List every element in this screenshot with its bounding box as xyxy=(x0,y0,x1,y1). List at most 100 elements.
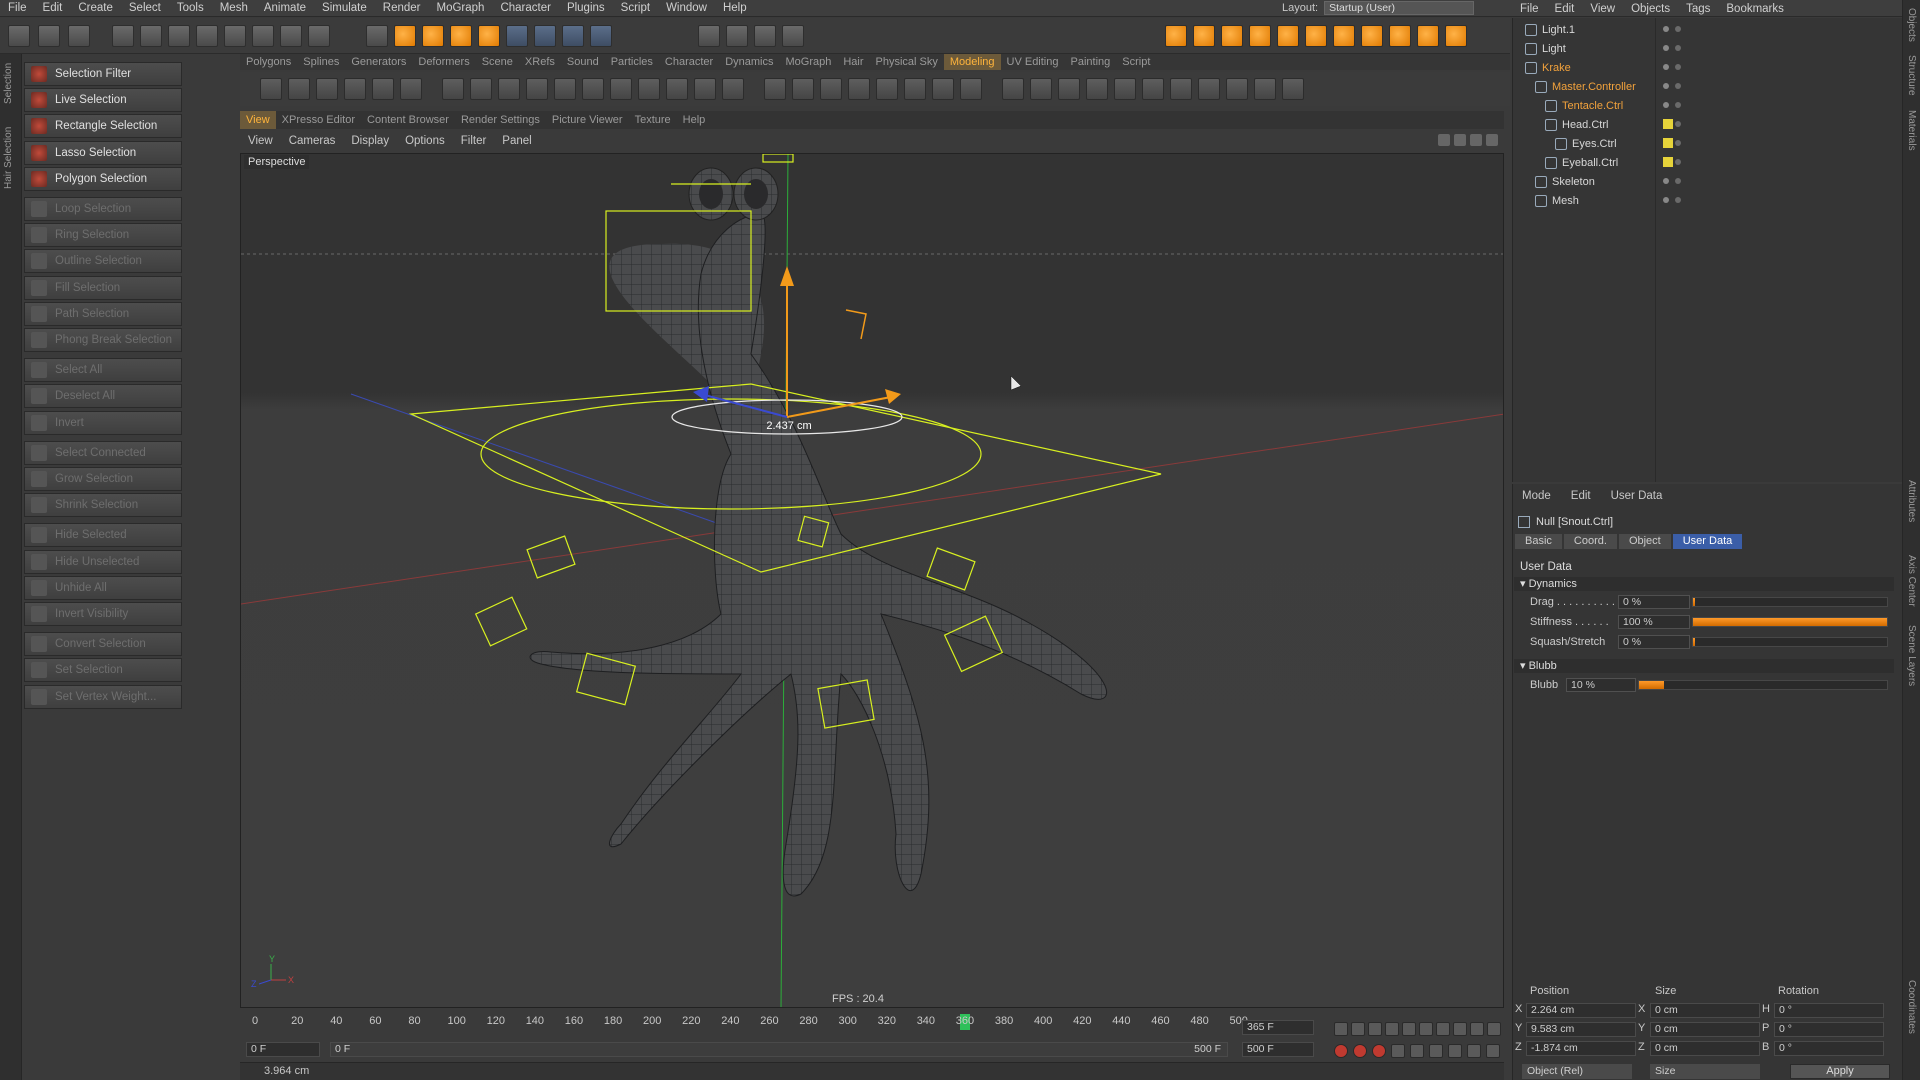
apply-button[interactable]: Apply xyxy=(1790,1064,1890,1079)
menu-create[interactable]: Create xyxy=(70,2,121,14)
render-visibility-dot[interactable] xyxy=(1675,140,1681,146)
render-view-icon[interactable] xyxy=(8,25,30,47)
record-icon[interactable] xyxy=(1487,1022,1501,1036)
object-name[interactable]: Eyes.Ctrl xyxy=(1572,138,1617,150)
picture-viewer-icon[interactable] xyxy=(754,25,776,47)
editor-visibility-dot[interactable] xyxy=(1663,197,1669,203)
menu-mograph[interactable]: MoGraph xyxy=(429,2,493,14)
rotation-key-icon[interactable] xyxy=(1429,1044,1443,1058)
palette-tab-scene[interactable]: Scene xyxy=(476,54,519,70)
size-x-field[interactable]: 0 cm xyxy=(1650,1003,1760,1018)
object-menu-tags[interactable]: Tags xyxy=(1678,3,1718,15)
play-icon[interactable] xyxy=(1385,1022,1399,1036)
modeling-tool-icon[interactable] xyxy=(1058,78,1080,100)
rotation-y-field[interactable]: 0 ° xyxy=(1774,1022,1884,1037)
selection-item-selection-filter[interactable]: Selection Filter xyxy=(24,62,182,86)
keyframe-selection-icon[interactable] xyxy=(1372,1044,1386,1058)
modeling-tool-icon[interactable] xyxy=(792,78,814,100)
render-visibility-dot[interactable] xyxy=(1675,159,1681,165)
menu-animate[interactable]: Animate xyxy=(256,2,314,14)
attribute-menu-user-data[interactable]: User Data xyxy=(1601,490,1673,502)
manager-tab-coordinates[interactable]: Coordinates xyxy=(1906,980,1917,1034)
modeling-tool-icon[interactable] xyxy=(610,78,632,100)
viewport-tab-view[interactable]: View xyxy=(240,111,276,129)
object-row-krake[interactable]: Krake xyxy=(1525,60,1571,76)
selection-item-path-selection[interactable]: Path Selection xyxy=(24,301,182,326)
render-visibility-dot[interactable] xyxy=(1675,83,1681,89)
menu-simulate[interactable]: Simulate xyxy=(314,2,375,14)
menu-file[interactable]: File xyxy=(0,2,35,14)
object-row-master-controller[interactable]: Master.Controller xyxy=(1535,79,1636,95)
move-view-icon[interactable] xyxy=(1438,134,1450,146)
max-frame-field[interactable]: 500 F xyxy=(1242,1042,1314,1057)
preview-range-slider[interactable]: 0 F 500 F xyxy=(330,1042,1228,1057)
go-end-icon[interactable] xyxy=(1453,1022,1467,1036)
selection-item-fill-selection[interactable]: Fill Selection xyxy=(24,275,182,300)
redo-icon[interactable] xyxy=(68,25,90,47)
palette-tab-splines[interactable]: Splines xyxy=(297,54,345,70)
palette-tab-particles[interactable]: Particles xyxy=(605,54,659,70)
object-row-tentacle-ctrl[interactable]: Tentacle.Ctrl xyxy=(1545,98,1623,114)
position-x-field[interactable]: 2.264 cm xyxy=(1526,1003,1636,1018)
object-name[interactable]: Eyeball.Ctrl xyxy=(1562,157,1618,169)
palette-tab-dynamics[interactable]: Dynamics xyxy=(719,54,779,70)
object-row-skeleton[interactable]: Skeleton xyxy=(1535,174,1595,190)
menu-tools[interactable]: Tools xyxy=(169,2,212,14)
palette-tab-deformers[interactable]: Deformers xyxy=(412,54,475,70)
points-mode-icon[interactable] xyxy=(224,25,246,47)
menu-character[interactable]: Character xyxy=(492,2,559,14)
editor-visibility-dot[interactable] xyxy=(1663,83,1669,89)
modeling-tool-icon[interactable] xyxy=(904,78,926,100)
modeling-tool-icon[interactable] xyxy=(848,78,870,100)
modeling-tool-icon[interactable] xyxy=(260,78,282,100)
modeling-tool-icon[interactable] xyxy=(666,78,688,100)
sphere-icon[interactable] xyxy=(1249,25,1271,47)
modeling-tool-icon[interactable] xyxy=(1226,78,1248,100)
object-name[interactable]: Light.1 xyxy=(1542,24,1575,36)
gizmo-x-arrow[interactable] xyxy=(885,389,901,404)
layout-dropdown[interactable]: Startup (User) xyxy=(1324,1,1475,15)
modeling-tool-icon[interactable] xyxy=(638,78,660,100)
eyeball-controller[interactable] xyxy=(762,154,794,163)
menu-select[interactable]: Select xyxy=(121,2,169,14)
sphere-icon[interactable] xyxy=(1277,25,1299,47)
prev-key-icon[interactable] xyxy=(1351,1022,1365,1036)
blubb-field[interactable]: 10 % xyxy=(1566,678,1636,692)
object-row-light[interactable]: Light xyxy=(1525,41,1566,57)
viewport-menu-cameras[interactable]: Cameras xyxy=(281,135,344,147)
object-name[interactable]: Skeleton xyxy=(1552,176,1595,188)
sphere-icon[interactable] xyxy=(1221,25,1243,47)
drag-slider[interactable] xyxy=(1692,597,1888,607)
selection-item-hide-selected[interactable]: Hide Selected xyxy=(24,523,182,548)
render-visibility-dot[interactable] xyxy=(1675,26,1681,32)
modeling-tool-icon[interactable] xyxy=(1142,78,1164,100)
render-visibility-dot[interactable] xyxy=(1675,121,1681,127)
object-menu-bookmarks[interactable]: Bookmarks xyxy=(1718,3,1792,15)
modeling-tool-icon[interactable] xyxy=(1198,78,1220,100)
viewport-tab-content-browser[interactable]: Content Browser xyxy=(361,111,455,129)
palette-tab-physical-sky[interactable]: Physical Sky xyxy=(870,54,944,70)
viewport-menu-options[interactable]: Options xyxy=(397,135,453,147)
selection-item-deselect-all[interactable]: Deselect All xyxy=(24,384,182,409)
modeling-tool-icon[interactable] xyxy=(722,78,744,100)
viewport-scene[interactable]: 2.437 cm Y X Z xyxy=(241,154,1504,1008)
viewport-tab-picture-viewer[interactable]: Picture Viewer xyxy=(546,111,629,129)
go-start-icon[interactable] xyxy=(1334,1022,1348,1036)
palette-tab-hair[interactable]: Hair xyxy=(837,54,869,70)
rotate-view-icon[interactable] xyxy=(1470,134,1482,146)
modeling-tool-icon[interactable] xyxy=(498,78,520,100)
menu-plugins[interactable]: Plugins xyxy=(559,2,613,14)
gizmo-plane-handle[interactable] xyxy=(845,309,867,340)
viewport-menu-panel[interactable]: Panel xyxy=(494,135,539,147)
loop-icon[interactable] xyxy=(1470,1022,1484,1036)
object-name[interactable]: Head.Ctrl xyxy=(1562,119,1608,131)
maximize-view-icon[interactable] xyxy=(1486,134,1498,146)
object-menu-objects[interactable]: Objects xyxy=(1623,3,1678,15)
sphere-icon[interactable] xyxy=(1333,25,1355,47)
attribute-tab-coord[interactable]: Coord. xyxy=(1563,534,1617,549)
selection-item-select-all[interactable]: Select All xyxy=(24,358,182,383)
object-menu-view[interactable]: View xyxy=(1582,3,1623,15)
blubb-group-header[interactable]: ▾ Blubb xyxy=(1514,659,1894,673)
world-coord-icon[interactable] xyxy=(590,25,612,47)
modeling-tool-icon[interactable] xyxy=(1170,78,1192,100)
